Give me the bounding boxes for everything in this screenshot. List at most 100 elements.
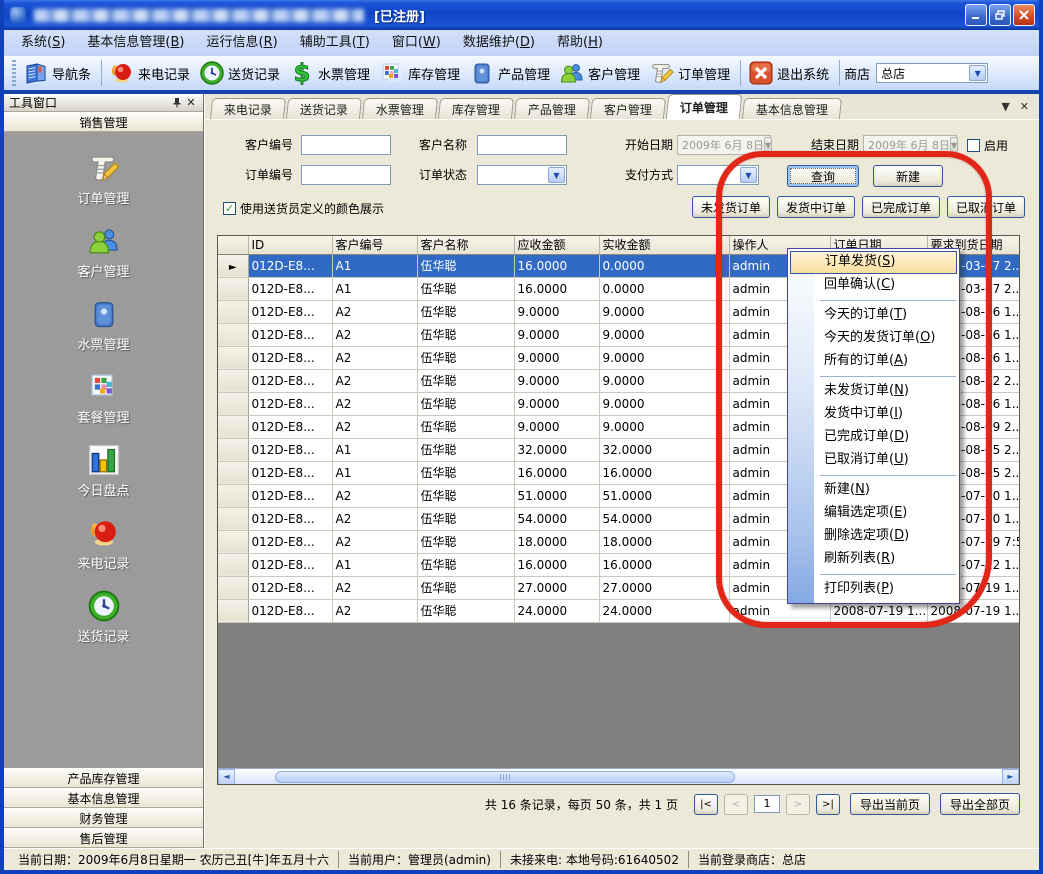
sidebar-item-delivery-log[interactable]: 送货记录 xyxy=(4,588,203,645)
chevron-down-icon[interactable]: ▼ xyxy=(740,167,757,183)
row-selector-cell[interactable] xyxy=(218,300,248,323)
scroll-left-icon[interactable]: ◄ xyxy=(218,769,235,785)
tab-close-icon[interactable]: ✕ xyxy=(1020,100,1029,113)
context-menu-item[interactable]: 刷新列表(R) xyxy=(788,548,959,571)
row-selector-cell[interactable] xyxy=(218,369,248,392)
row-selector-cell[interactable] xyxy=(218,461,248,484)
toolbar-customer-button[interactable]: 客户管理 xyxy=(556,58,646,88)
next-page-button[interactable]: > xyxy=(786,794,810,815)
tab[interactable]: 产品管理 xyxy=(514,98,590,119)
order-status-filter-button[interactable]: 已取消订单 xyxy=(947,196,1025,218)
end-date-picker[interactable]: 2009年 6月 8日 ▼ xyxy=(863,135,957,155)
row-selector-cell[interactable] xyxy=(218,438,248,461)
tab[interactable]: 送货记录 xyxy=(286,98,362,119)
toolbar-exit-button[interactable]: 退出系统 xyxy=(745,58,835,88)
order-status-filter-button[interactable]: 未发货订单 xyxy=(692,196,770,218)
pin-icon[interactable] xyxy=(170,96,184,110)
sidebar-group-button[interactable]: 产品库存管理 xyxy=(4,768,203,788)
column-header-customer-no[interactable]: 客户编号 xyxy=(332,236,417,254)
horizontal-scrollbar[interactable]: ◄ ► xyxy=(218,768,1019,784)
row-selector-cell[interactable] xyxy=(218,484,248,507)
context-menu-item[interactable]: 今天的发货订单(O) xyxy=(788,327,959,350)
sidebar-group-button[interactable]: 财务管理 xyxy=(4,808,203,828)
sidebar-group-button[interactable]: 售后管理 xyxy=(4,828,203,848)
row-selector-cell[interactable] xyxy=(218,346,248,369)
row-selector-cell[interactable] xyxy=(218,277,248,300)
row-selector-cell[interactable] xyxy=(218,599,248,622)
context-menu-item[interactable]: 回单确认(C) xyxy=(788,274,959,297)
tab[interactable]: 客户管理 xyxy=(590,98,666,119)
toolbar-inventory-button[interactable]: 库存管理 xyxy=(376,58,466,88)
column-header-customer-name[interactable]: 客户名称 xyxy=(417,236,514,254)
toolbar-delivery-log-button[interactable]: 送货记录 xyxy=(196,58,286,88)
new-button[interactable]: 新建 xyxy=(873,165,943,187)
tab[interactable]: 订单管理 xyxy=(666,94,743,119)
tab[interactable]: 来电记录 xyxy=(210,98,286,119)
scrollbar-thumb[interactable] xyxy=(275,771,735,783)
context-menu-item[interactable]: 订单发货(S) xyxy=(790,251,957,274)
context-menu-item[interactable]: 编辑选定项(E) xyxy=(788,502,959,525)
sidebar-group-button[interactable]: 基本信息管理 xyxy=(4,788,203,808)
row-selector-cell[interactable] xyxy=(218,576,248,599)
sidebar-item-daily-stock-check[interactable]: 今日盘点 xyxy=(4,442,203,499)
sidebar-item-water-ticket-mgmt[interactable]: 水票管理 xyxy=(4,296,203,353)
toolbar-nav-bar-button[interactable]: 导航条 xyxy=(20,58,97,88)
prev-page-button[interactable]: < xyxy=(724,794,748,815)
restore-button[interactable] xyxy=(989,4,1011,26)
sidebar-item-package-mgmt[interactable]: 套餐管理 xyxy=(4,369,203,426)
menu-bar-item[interactable]: 系统(S) xyxy=(10,30,76,56)
delivery-color-checkbox[interactable]: ✓ xyxy=(223,202,236,215)
tab[interactable]: 水票管理 xyxy=(362,98,438,119)
column-header-received[interactable]: 实收金额 xyxy=(599,236,729,254)
export-all-pages-button[interactable]: 导出全部页 xyxy=(940,793,1020,815)
context-menu-item[interactable]: 已取消订单(U) xyxy=(788,449,959,472)
row-selector-cell[interactable] xyxy=(218,553,248,576)
toolbar-order-button[interactable]: 订单管理 xyxy=(646,58,736,88)
shop-select[interactable]: 总店 ▼ xyxy=(876,63,988,83)
menu-bar-item[interactable]: 辅助工具(T) xyxy=(289,30,381,56)
scroll-right-icon[interactable]: ► xyxy=(1002,769,1019,785)
tab[interactable]: 基本信息管理 xyxy=(742,98,842,119)
search-button[interactable]: 查询 xyxy=(787,165,859,187)
sidebar-item-customer-mgmt[interactable]: 客户管理 xyxy=(4,223,203,280)
minimize-button[interactable] xyxy=(965,4,987,26)
first-page-button[interactable]: |< xyxy=(694,794,718,815)
menu-bar-item[interactable]: 窗口(W) xyxy=(381,30,452,56)
toolbar-call-log-button[interactable]: 来电记录 xyxy=(106,58,196,88)
close-icon[interactable]: ✕ xyxy=(184,96,198,110)
sidebar-item-order-mgmt[interactable]: 订单管理 xyxy=(4,150,203,207)
customer-no-input[interactable] xyxy=(301,135,391,155)
row-selector-cell[interactable] xyxy=(218,392,248,415)
row-selector-cell[interactable] xyxy=(218,530,248,553)
context-menu-item[interactable]: 删除选定项(D) xyxy=(788,525,959,548)
chevron-down-icon[interactable]: ▼ xyxy=(969,65,986,81)
export-current-page-button[interactable]: 导出当前页 xyxy=(850,793,930,815)
start-date-picker[interactable]: 2009年 6月 8日 ▼ xyxy=(677,135,771,155)
sidebar-item-call-log[interactable]: 来电记录 xyxy=(4,515,203,572)
tab-list-dropdown-icon[interactable]: ▼ xyxy=(1001,100,1009,113)
pay-method-select[interactable]: ▼ xyxy=(677,165,759,185)
page-number-input[interactable]: 1 xyxy=(754,795,780,813)
row-selector-cell[interactable] xyxy=(218,415,248,438)
menu-bar-item[interactable]: 基本信息管理(B) xyxy=(76,30,195,56)
order-status-filter-button[interactable]: 发货中订单 xyxy=(777,196,855,218)
menu-bar-item[interactable]: 运行信息(R) xyxy=(196,30,289,56)
context-menu-item[interactable]: 所有的订单(A) xyxy=(788,350,959,373)
menu-bar-item[interactable]: 帮助(H) xyxy=(546,30,614,56)
row-selector-cell[interactable] xyxy=(218,323,248,346)
context-menu-item[interactable]: 发货中订单(I) xyxy=(788,403,959,426)
context-menu-item[interactable]: 未发货订单(N) xyxy=(788,380,959,403)
last-page-button[interactable]: >| xyxy=(816,794,840,815)
row-selector-cell[interactable] xyxy=(218,507,248,530)
order-status-filter-button[interactable]: 已完成订单 xyxy=(862,196,940,218)
chevron-down-icon[interactable]: ▼ xyxy=(548,167,565,183)
order-status-select[interactable]: ▼ xyxy=(477,165,567,185)
menu-bar-item[interactable]: 数据维护(D) xyxy=(452,30,546,56)
customer-name-input[interactable] xyxy=(477,135,567,155)
context-menu-item[interactable]: 已完成订单(D) xyxy=(788,426,959,449)
context-menu-item[interactable]: 今天的订单(T) xyxy=(788,304,959,327)
context-menu-item[interactable]: 新建(N) xyxy=(788,479,959,502)
toolbar-product-button[interactable]: 产品管理 xyxy=(466,58,556,88)
context-menu-item[interactable]: 打印列表(P) xyxy=(788,578,959,601)
chevron-down-icon[interactable]: ▼ xyxy=(764,137,772,153)
